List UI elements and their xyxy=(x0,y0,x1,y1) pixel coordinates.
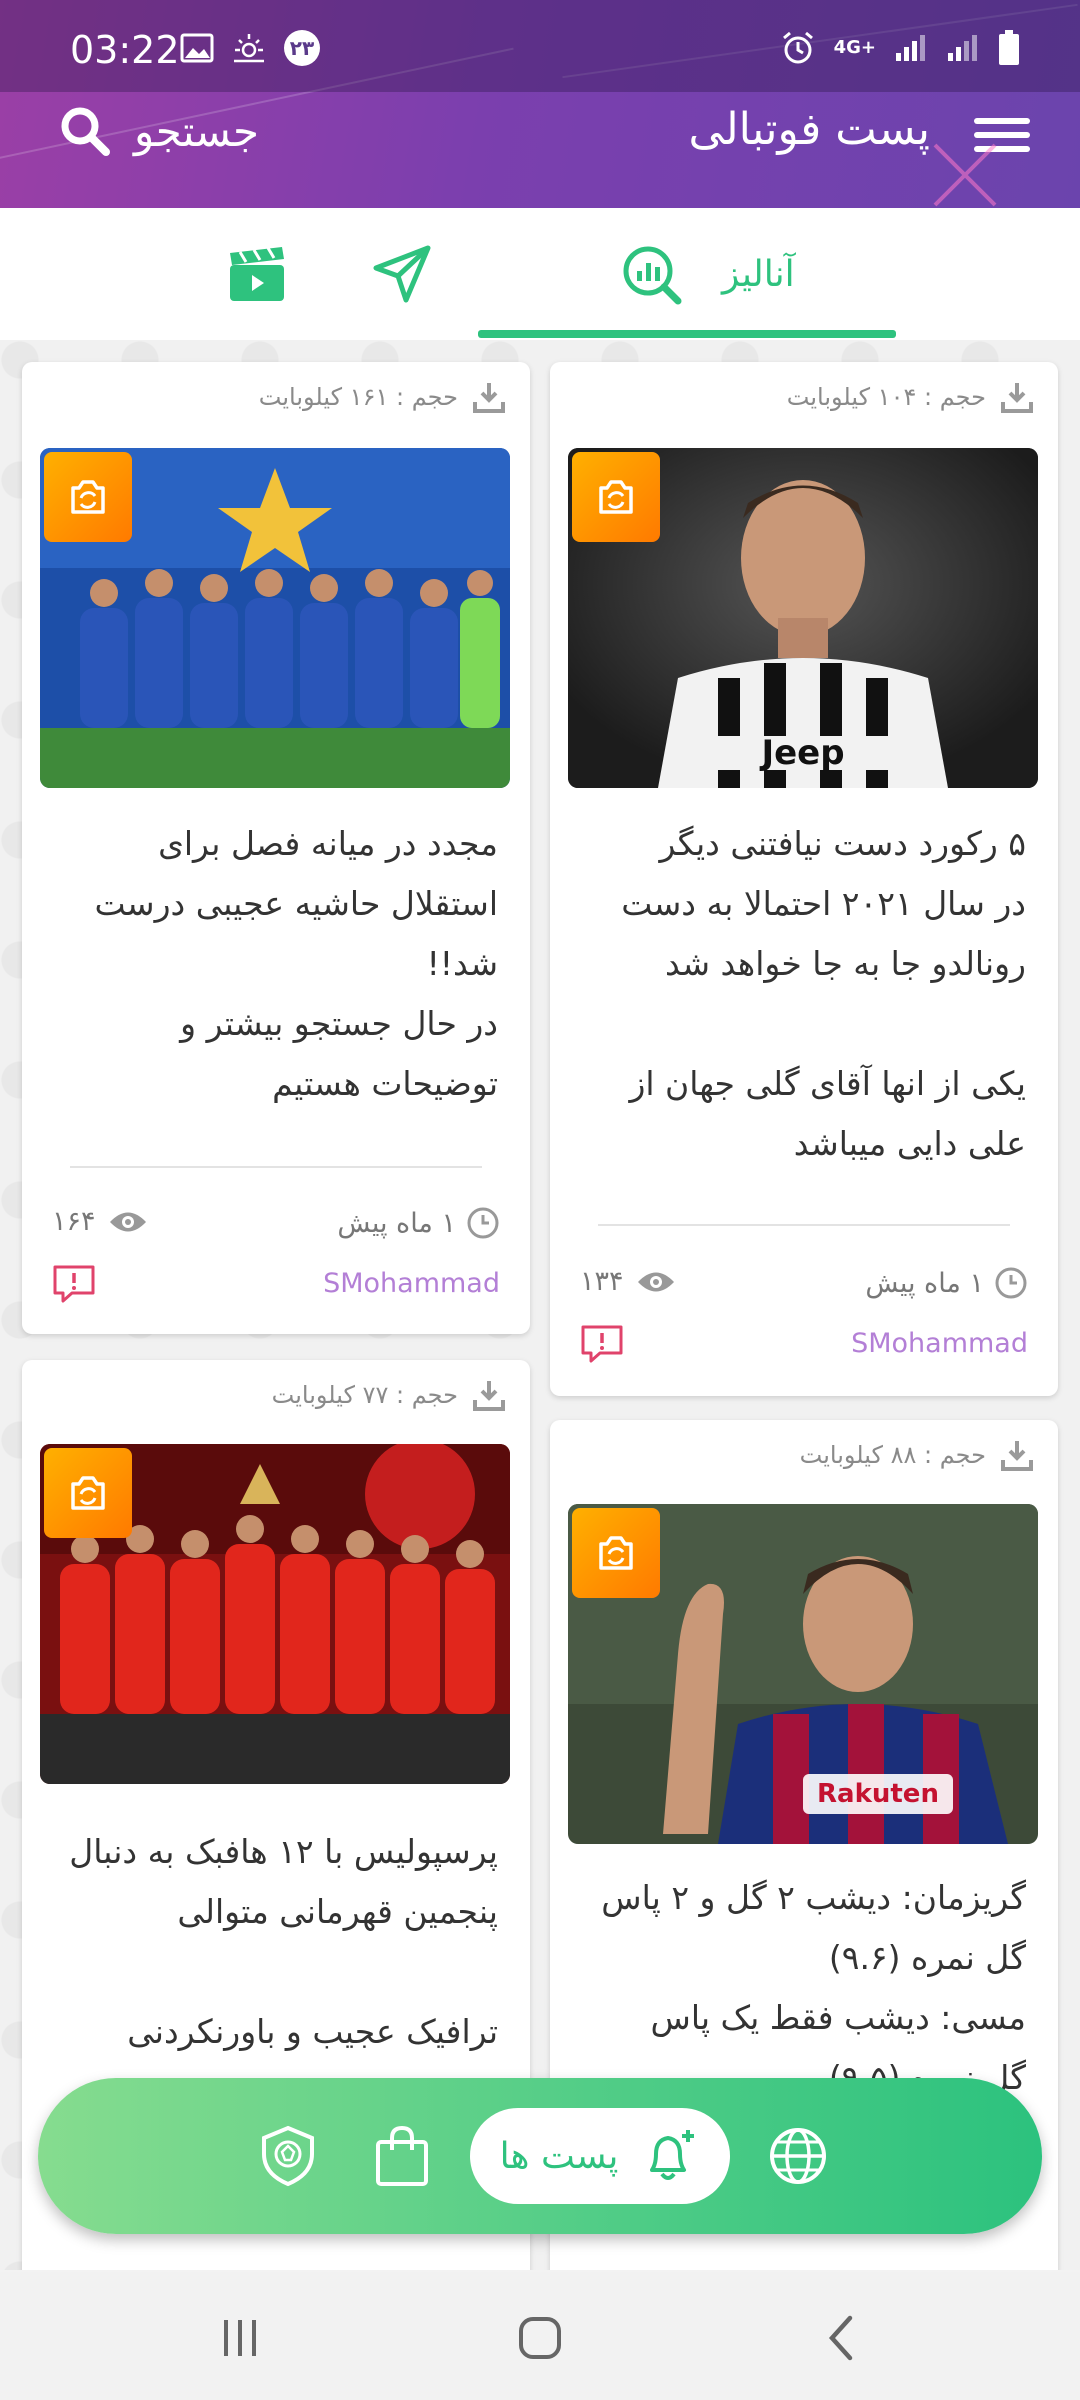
camera-badge xyxy=(572,1508,660,1598)
team-shield-icon xyxy=(262,2125,314,2187)
post-size-row: حجم : ۷۷ کیلوبایت xyxy=(272,1378,506,1412)
analysis-search-icon xyxy=(623,246,682,305)
post-author[interactable]: SMohammad xyxy=(323,1268,500,1299)
decorative-cross-icon xyxy=(933,143,997,207)
post-image[interactable]: Rakuten xyxy=(568,1504,1038,1844)
camera-icon xyxy=(71,480,105,514)
clock-icon xyxy=(467,1207,499,1239)
home-button[interactable] xyxy=(510,2308,570,2368)
post-text: پرسپولیس با ۱۲ هافبک به دنبال پنجمین قهر… xyxy=(69,1832,498,2111)
home-icon xyxy=(519,2317,561,2359)
post-text: گریزمان: دیشب ۲ گل و ۲ پاس گل نمره (۹.۶)… xyxy=(601,1878,1026,2097)
post-views: ۱۶۴ xyxy=(52,1206,148,1237)
status-left-icons: ۲۳ xyxy=(180,30,320,66)
tab-videos[interactable] xyxy=(226,236,288,312)
globe-icon xyxy=(770,2128,826,2184)
post-meta-row: ۱ ماه پیش ۱۳۴ xyxy=(580,1266,1028,1306)
post-size-row: حجم : ۱۶۱ کیلوبایت xyxy=(259,380,506,414)
svg-text:Jeep: Jeep xyxy=(759,733,844,773)
download-icon xyxy=(1001,1441,1033,1471)
recent-apps-button[interactable] xyxy=(210,2308,270,2368)
post-meta-row: ۱ ماه پیش ۱۶۴ xyxy=(52,1206,500,1246)
system-navigation-bar xyxy=(0,2272,1080,2400)
back-button[interactable] xyxy=(812,2308,872,2368)
network-type-label: 4G+ xyxy=(833,37,876,58)
bell-plus-icon xyxy=(650,2130,695,2180)
post-text: ۵ رکورد دست نیافتنی دیگر در سال ۲۰۲۱ احت… xyxy=(621,824,1026,1163)
post-image[interactable] xyxy=(40,1444,510,1784)
tab-analysis-label: آنالیز xyxy=(722,253,795,295)
active-tab-indicator xyxy=(478,330,896,338)
post-size: حجم : ۷۷ کیلوبایت xyxy=(271,1381,458,1409)
post-time-label: ۱ ماه پیش xyxy=(337,1207,456,1239)
post-image[interactable]: Jeep xyxy=(568,448,1038,788)
clock-icon xyxy=(995,1267,1027,1299)
shopping-bag-icon xyxy=(376,2125,428,2186)
report-icon[interactable] xyxy=(52,1264,96,1304)
app-header: پست فوتبالی جستجو xyxy=(0,92,1080,208)
download-icon xyxy=(473,1381,505,1411)
post-size-row: حجم : ۱۰۴ کیلوبایت xyxy=(787,380,1034,414)
post-views-count: ۱۳۴ xyxy=(580,1266,624,1297)
post-views-count: ۱۶۴ xyxy=(52,1206,96,1237)
send-icon xyxy=(373,245,431,303)
post-image[interactable] xyxy=(40,448,510,788)
alarm-icon xyxy=(782,31,813,64)
status-bar: 03:22 ۲۳ 4G+ xyxy=(0,0,1080,92)
post-views: ۱۳۴ xyxy=(580,1266,676,1297)
app-title: پست فوتبالی xyxy=(688,104,930,155)
tab-send[interactable] xyxy=(370,236,434,312)
camera-icon xyxy=(599,1536,633,1570)
post-size-row: حجم : ۸۸ کیلوبایت xyxy=(800,1438,1034,1472)
post-card[interactable]: حجم : ۱۰۴ کیلوبایت Jeep ۵ رکورد دست نیاف… xyxy=(550,362,1058,1396)
posts-feed[interactable]: حجم : ۱۰۴ کیلوبایت Jeep ۵ رکورد دست نیاف… xyxy=(0,340,1080,2270)
camera-icon xyxy=(599,480,633,514)
post-size: حجم : ۱۰۴ کیلوبایت xyxy=(786,383,986,411)
nav-shop-button[interactable] xyxy=(362,2116,442,2196)
eye-icon xyxy=(109,1212,146,1231)
camera-badge xyxy=(44,1448,132,1538)
nav-posts-button[interactable]: پست ها xyxy=(470,2108,730,2204)
post-size: حجم : ۸۸ کیلوبایت xyxy=(799,1441,986,1469)
notification-count-badge: ۲۳ xyxy=(284,30,320,66)
nav-posts-label: پست ها xyxy=(499,2135,619,2177)
search-label: جستجو xyxy=(134,106,259,156)
post-card[interactable]: حجم : ۱۶۱ کیلوبایت مجدد در میانه فصل برا… xyxy=(22,362,530,1334)
eye-icon xyxy=(637,1272,674,1291)
report-icon[interactable] xyxy=(580,1324,624,1364)
camera-badge xyxy=(44,452,132,542)
clapperboard-icon xyxy=(230,247,284,301)
download-icon xyxy=(473,383,505,413)
search-button[interactable]: جستجو xyxy=(58,104,259,158)
post-time: ۱ ماه پیش xyxy=(865,1266,1028,1300)
top-bar: 03:22 ۲۳ 4G+ پست فوتبالی جستجو xyxy=(0,0,1080,208)
svg-text:Rakuten: Rakuten xyxy=(817,1779,939,1809)
status-right-icons: 4G+ xyxy=(780,30,1020,66)
status-time: 03:22 xyxy=(70,28,180,72)
tab-bar: آنالیز xyxy=(0,208,1080,340)
camera-icon xyxy=(71,1476,105,1510)
card-divider xyxy=(598,1224,1010,1226)
card-divider xyxy=(70,1166,482,1168)
download-icon xyxy=(1001,383,1033,413)
post-author[interactable]: SMohammad xyxy=(851,1328,1028,1359)
search-icon xyxy=(61,107,110,156)
camera-badge xyxy=(572,452,660,542)
post-time-label: ۱ ماه پیش xyxy=(865,1267,984,1299)
recent-apps-icon xyxy=(224,2320,256,2356)
signal-icon xyxy=(948,35,977,61)
post-text: مجدد در میانه فصل برای استقلال حاشیه عجی… xyxy=(94,824,498,1103)
nav-shield-button[interactable] xyxy=(248,2116,328,2196)
post-size: حجم : ۱۶۱ کیلوبایت xyxy=(258,383,458,411)
brightness-icon xyxy=(234,34,264,63)
nav-globe-button[interactable] xyxy=(758,2116,838,2196)
signal-icon xyxy=(896,35,925,61)
back-chevron-icon xyxy=(828,2315,853,2361)
image-icon xyxy=(180,33,214,63)
post-time: ۱ ماه پیش xyxy=(337,1206,500,1240)
tab-analysis[interactable]: آنالیز xyxy=(620,236,795,312)
bottom-navigation: پست ها xyxy=(38,2078,1042,2234)
battery-icon xyxy=(999,30,1019,65)
